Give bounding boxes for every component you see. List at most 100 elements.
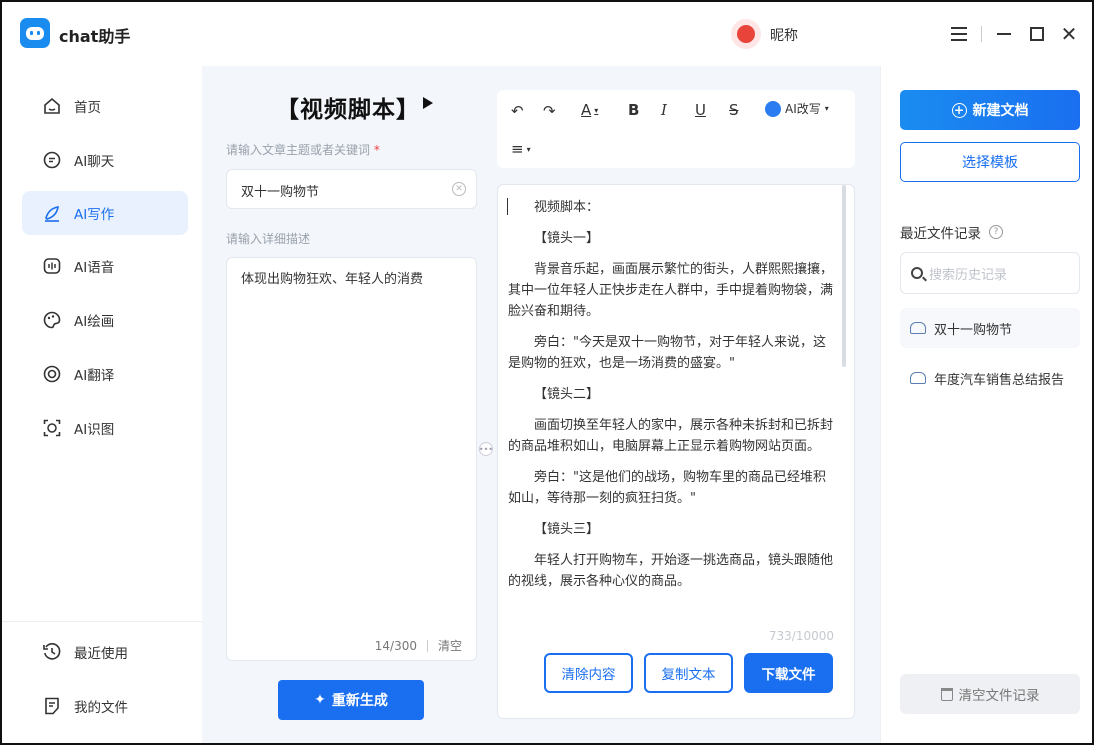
search-placeholder: 搜索历史记录	[929, 267, 1008, 283]
sidebar-item-recent[interactable]: 最近使用	[22, 630, 188, 674]
chat-icon	[42, 150, 62, 170]
splitter-handle-icon[interactable]: •••	[479, 442, 493, 456]
clear-content-button[interactable]: 清除内容	[544, 653, 633, 693]
content-heading: 【镜头一】	[534, 231, 600, 246]
document-icon	[910, 322, 926, 334]
clear-icon[interactable]: ✕	[452, 182, 466, 196]
palette-icon	[42, 310, 62, 330]
char-counter: 14/300 清空	[375, 637, 462, 654]
download-file-button[interactable]: 下载文件	[744, 653, 833, 693]
ai-logo-icon	[765, 100, 781, 117]
content-heading: 【镜头三】	[534, 522, 600, 537]
sidebar-item-image-recognition[interactable]: AI识图	[22, 406, 188, 450]
clear-description-button[interactable]: 清空	[438, 637, 462, 654]
new-document-label: 新建文档	[972, 103, 1029, 119]
topic-label: 请输入文章主题或者关键词 *	[226, 141, 380, 158]
sidebar-item-chat[interactable]: AI聊天	[22, 138, 188, 182]
divider	[426, 639, 428, 652]
clear-records-button[interactable]: 清空文件记录	[900, 674, 1080, 714]
help-icon[interactable]: ?	[989, 225, 1003, 239]
sparkle-icon: ✦	[314, 692, 326, 708]
sidebar-item-translate[interactable]: AI翻译	[22, 352, 188, 396]
search-icon	[911, 267, 923, 279]
sidebar-item-painting[interactable]: AI绘画	[22, 298, 188, 342]
topic-value: 双十一购物节	[241, 185, 320, 200]
new-document-button[interactable]: + 新建文档	[900, 90, 1080, 130]
scrollbar[interactable]	[842, 185, 846, 367]
content-heading: 【镜头二】	[534, 387, 600, 402]
recent-file-item[interactable]: 年度汽车销售总结报告	[900, 358, 1080, 398]
document-icon	[910, 372, 926, 384]
redo-icon[interactable]: ↷	[543, 102, 556, 120]
play-icon[interactable]	[423, 97, 433, 109]
content-paragraph: 旁白："这是他们的战场，购物车里的商品已经堆积如山，等待那一刻的疯狂扫货。"	[508, 470, 826, 506]
recent-files-heading: 最近文件记录 ?	[900, 222, 1003, 242]
trash-icon	[940, 687, 953, 701]
clear-records-label: 清空文件记录	[958, 688, 1040, 704]
topic-label-text: 请输入文章主题或者关键词	[226, 143, 371, 157]
title-bar: chat助手 昵称 ✕	[2, 2, 1092, 66]
history-search-input[interactable]: 搜索历史记录	[900, 252, 1080, 294]
underline-icon[interactable]: U	[695, 101, 706, 119]
bold-icon[interactable]: B	[628, 101, 639, 119]
maximize-icon[interactable]	[1025, 22, 1049, 46]
recent-file-name: 双十一购物节	[934, 322, 1013, 338]
sidebar-item-my-files[interactable]: 我的文件	[22, 684, 188, 728]
sidebar-item-writing[interactable]: AI写作	[22, 191, 188, 235]
sidebar-item-label: 最近使用	[74, 646, 128, 662]
topic-input[interactable]: 双十一购物节 ✕	[226, 169, 477, 209]
recent-file-name: 年度汽车销售总结报告	[934, 372, 1065, 388]
robot-logo-icon	[20, 18, 50, 48]
ai-rewrite-label: AI改写	[785, 102, 821, 116]
sidebar-item-label: AI语音	[74, 260, 115, 276]
divider	[2, 621, 202, 622]
regenerate-button[interactable]: ✦ 重新生成	[278, 680, 424, 720]
sidebar-item-home[interactable]: 首页	[22, 84, 188, 128]
avatar[interactable]	[731, 19, 761, 49]
content-paragraph: 旁白："今天是双十一购物节，对于年轻人来说，这是购物的狂欢，也是一场消费的盛宴。…	[508, 335, 826, 371]
app-name: chat助手	[59, 27, 131, 46]
plus-icon: +	[951, 102, 967, 118]
description-label: 请输入详细描述	[226, 232, 311, 246]
generated-content[interactable]: 视频脚本： 【镜头一】背景音乐起，画面展示繁忙的街头，人群熙熙攘攘，其中一位年轻人…	[497, 184, 855, 719]
italic-icon[interactable]: I	[661, 101, 667, 119]
description-value: 体现出购物狂欢、年轻人的消费	[241, 272, 424, 287]
copy-text-button[interactable]: 复制文本	[644, 653, 733, 693]
divider	[981, 26, 982, 42]
content-paragraph: 年轻人打开购物车，开始逐一挑选商品，镜头跟随他的视线，展示各种心仪的商品。	[508, 553, 834, 589]
recent-file-item[interactable]: 双十一购物节	[900, 308, 1080, 348]
user-nickname[interactable]: 昵称	[770, 25, 798, 45]
sidebar: 首页 AI聊天 AI写作 AI语音 AI绘画 AI翻译 AI识图 最近使用 我的…	[2, 66, 202, 743]
file-icon	[42, 696, 62, 716]
align-icon[interactable]: ≡ ▾	[511, 140, 531, 158]
menu-icon[interactable]	[947, 22, 971, 46]
page-title: 【视频脚本】	[276, 97, 420, 123]
word-count: 733/10000	[768, 629, 834, 643]
description-textarea[interactable]: 体现出购物狂欢、年轻人的消费 14/300 清空	[226, 257, 477, 661]
content-heading: 视频脚本：	[534, 200, 600, 215]
sidebar-item-label: AI聊天	[74, 154, 115, 170]
sidebar-item-label: AI写作	[74, 207, 115, 223]
undo-icon[interactable]: ↶	[511, 102, 524, 120]
sidebar-item-label: AI识图	[74, 422, 115, 438]
content-text[interactable]: 视频脚本： 【镜头一】背景音乐起，画面展示繁忙的街头，人群熙熙攘攘，其中一位年轻人…	[508, 197, 834, 617]
history-icon	[42, 642, 62, 662]
right-panel: + 新建文档 选择模板 最近文件记录 ? 搜索历史记录 双十一购物节 年度汽车销…	[880, 66, 1092, 743]
minimize-icon[interactable]	[992, 22, 1016, 46]
close-icon[interactable]: ✕	[1057, 22, 1081, 46]
home-icon	[42, 96, 62, 116]
translate-icon	[42, 364, 62, 384]
content-paragraph: 背景音乐起，画面展示繁忙的街头，人群熙熙攘攘，其中一位年轻人正快步走在人群中，手…	[508, 262, 834, 319]
choose-template-button[interactable]: 选择模板	[900, 142, 1080, 182]
sidebar-item-label: 我的文件	[74, 700, 128, 716]
font-color-icon[interactable]: A ▾	[581, 101, 598, 119]
required-mark: *	[373, 143, 380, 157]
strikethrough-icon[interactable]: S	[729, 101, 739, 119]
sidebar-item-voice[interactable]: AI语音	[22, 244, 188, 288]
ai-rewrite-button[interactable]: AI改写 ▾	[765, 100, 829, 117]
regenerate-label: 重新生成	[331, 693, 388, 709]
recent-files-title: 最近文件记录	[900, 226, 981, 242]
pen-icon	[42, 203, 62, 223]
content-paragraph: 画面切换至年轻人的家中，展示各种未拆封和已拆封的商品堆积如山，电脑屏幕上正显示着…	[508, 418, 834, 454]
sidebar-item-label: 首页	[74, 100, 101, 116]
